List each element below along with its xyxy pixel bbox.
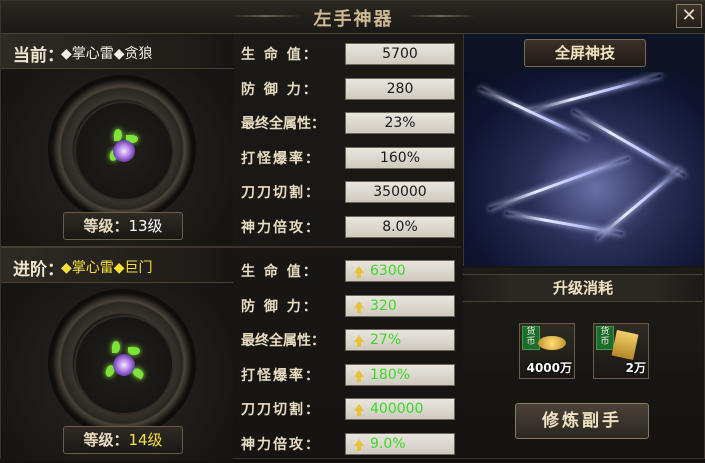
scroll-icon — [612, 330, 639, 360]
stat-value-cleave-next: 400000 — [345, 398, 455, 420]
stat-value-hp: 5700 — [345, 43, 455, 65]
stat-label-defense: 防 御 力： — [241, 79, 341, 99]
lightning-streak — [526, 74, 662, 113]
stat-label-all-attributes: 最终全属性： — [241, 113, 341, 133]
gold-ingot-icon — [538, 336, 566, 350]
stat-value-text: 9.0% — [370, 436, 406, 452]
artifact-window: 左手神器 ✕ 当前： ◆掌心雷◆贪狼 等级：13级 进阶： ◆掌心雷◆巨门 — [0, 0, 705, 459]
stat-row: 最终全属性： 27% — [233, 325, 461, 360]
stat-row: 生 命 值： 5700 — [233, 39, 461, 74]
stat-value-divine-multiplier-next: 9.0% — [345, 433, 455, 455]
stat-label-divine-multiplier: 神力倍攻： — [241, 434, 341, 454]
lightning-streak — [479, 87, 589, 140]
stat-value-defense-next: 320 — [345, 295, 455, 317]
stat-value-text: 27% — [370, 332, 401, 348]
current-header: 当前： ◆掌心雷◆贪狼 — [1, 34, 233, 69]
stat-row: 打怪爆率： 160% — [233, 143, 461, 178]
next-level-label: 等级： — [83, 431, 128, 449]
stat-value-text: 180% — [370, 367, 410, 383]
next-artifact-ring — [51, 292, 193, 434]
current-artifact-ring — [51, 78, 193, 220]
stat-label-hp: 生 命 值： — [241, 261, 341, 281]
stat-value-cleave: 350000 — [345, 181, 455, 203]
stat-row: 防 御 力： 280 — [233, 74, 461, 109]
skill-title: 全屏神技 — [524, 39, 646, 67]
title-bar: 左手神器 ✕ — [1, 1, 705, 34]
title-ornament-right — [406, 15, 476, 17]
current-stats: 生 命 值： 5700 防 御 力： 280 最终全属性： 23% 打怪爆率： … — [233, 39, 461, 246]
up-arrow-icon — [354, 335, 364, 342]
lightning-streak — [572, 110, 686, 178]
current-level-value: 13级 — [128, 217, 162, 235]
lightning-streak — [505, 212, 624, 236]
currency-badge: 货币 — [522, 326, 540, 350]
next-level-plate: 等级：14级 — [63, 426, 183, 454]
next-artifact-slot — [74, 315, 174, 415]
current-artifact-slot — [74, 101, 174, 201]
up-arrow-icon — [354, 266, 364, 273]
cost-item-gold[interactable]: 货币 4000万 — [519, 323, 575, 379]
stat-value-text: 400000 — [370, 401, 423, 417]
stat-row: 刀刀切割： 350000 — [233, 177, 461, 212]
stat-row: 打怪爆率： 180% — [233, 360, 461, 395]
thunder-orb-icon — [113, 354, 135, 376]
skill-preview-panel: 全屏神技 — [463, 34, 704, 266]
skill-effect-image — [464, 72, 704, 266]
stat-label-drop-rate: 打怪爆率： — [241, 148, 341, 168]
stat-label-cleave: 刀刀切割： — [241, 399, 341, 419]
upgrade-cost-panel: 升级消耗 货币 4000万 货币 2万 修炼副手 — [463, 268, 703, 458]
next-label: 进阶： — [13, 255, 64, 280]
refine-offhand-button[interactable]: 修炼副手 — [515, 403, 649, 439]
stat-value-text: 320 — [370, 298, 397, 314]
green-leaf-icon — [114, 129, 122, 141]
stat-row: 防 御 力： 320 — [233, 291, 461, 326]
thunder-orb-icon — [113, 140, 135, 162]
stat-row: 神力倍攻： 9.0% — [233, 429, 461, 463]
up-arrow-icon — [354, 370, 364, 377]
green-leaf-icon — [128, 347, 140, 355]
next-level-value: 14级 — [128, 431, 162, 449]
current-level-label: 等级： — [83, 217, 128, 235]
next-stats: 生 命 值： 6300 防 御 力： 320 最终全属性： 27% 打怪爆率： … — [233, 256, 461, 463]
current-level-plate: 等级：13级 — [63, 212, 183, 240]
stat-row: 生 命 值： 6300 — [233, 256, 461, 291]
up-arrow-icon — [354, 439, 364, 446]
stat-label-defense: 防 御 力： — [241, 296, 341, 316]
stat-label-divine-multiplier: 神力倍攻： — [241, 217, 341, 237]
stat-value-drop-rate: 160% — [345, 147, 455, 169]
close-button[interactable]: ✕ — [676, 4, 702, 28]
next-header: 进阶： ◆掌心雷◆巨门 — [1, 248, 233, 283]
stat-label-all-attributes: 最终全属性： — [241, 330, 341, 350]
stat-value-divine-multiplier: 8.0% — [345, 216, 455, 238]
next-artifact-section: 进阶： ◆掌心雷◆巨门 等级：14级 — [1, 248, 233, 461]
stat-row: 神力倍攻： 8.0% — [233, 212, 461, 247]
current-label: 当前： — [13, 41, 64, 66]
stat-row: 最终全属性： 23% — [233, 108, 461, 143]
stat-label-drop-rate: 打怪爆率： — [241, 365, 341, 385]
stat-label-hp: 生 命 值： — [241, 44, 341, 64]
stat-value-defense: 280 — [345, 78, 455, 100]
item-amount: 4000万 — [520, 359, 572, 376]
up-arrow-icon — [354, 301, 364, 308]
stat-value-hp-next: 6300 — [345, 260, 455, 282]
stat-value-all-attributes: 23% — [345, 112, 455, 134]
current-name: ◆掌心雷◆贪狼 — [61, 43, 153, 63]
window-title: 左手神器 — [1, 5, 705, 31]
stat-label-cleave: 刀刀切割： — [241, 182, 341, 202]
item-amount: 2万 — [594, 359, 646, 376]
stat-value-all-attributes-next: 27% — [345, 329, 455, 351]
current-artifact-section: 当前： ◆掌心雷◆贪狼 等级：13级 — [1, 34, 233, 247]
currency-badge: 货币 — [596, 326, 614, 350]
cost-item-scroll[interactable]: 货币 2万 — [593, 323, 649, 379]
up-arrow-icon — [354, 404, 364, 411]
green-leaf-icon — [112, 341, 120, 353]
lightning-streak — [488, 156, 630, 210]
next-name: ◆掌心雷◆巨门 — [61, 257, 153, 277]
stat-value-text: 6300 — [370, 263, 406, 279]
stat-row: 刀刀切割： 400000 — [233, 394, 461, 429]
cost-title: 升级消耗 — [463, 274, 703, 302]
stat-value-drop-rate-next: 180% — [345, 364, 455, 386]
